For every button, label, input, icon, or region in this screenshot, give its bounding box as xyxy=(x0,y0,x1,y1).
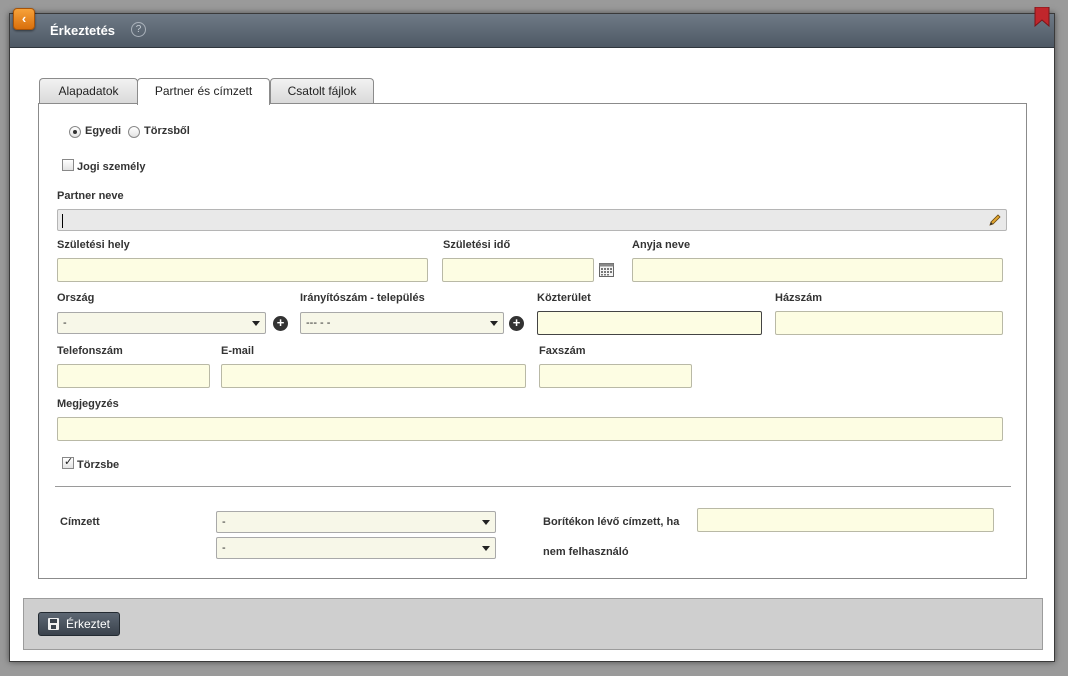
recipient-select-1-value: - xyxy=(222,516,226,528)
country-select-value: - xyxy=(63,317,67,329)
dialog-window: ‹ Érkeztetés ? Alapadatok Partner és cím… xyxy=(9,7,1055,662)
jogi-szemely-checkbox[interactable] xyxy=(62,159,74,171)
zip-city-label: Irányítószám - település xyxy=(300,292,425,304)
mother-name-label: Anyja neve xyxy=(632,239,691,251)
mother-name-input[interactable] xyxy=(632,258,1003,282)
fax-input[interactable] xyxy=(539,364,692,388)
phone-label: Telefonszám xyxy=(57,345,123,357)
chevron-down-icon xyxy=(482,520,490,525)
envelope-recipient-label-line2: nem felhasználó xyxy=(543,546,629,558)
tab-csatolt-fajlok[interactable]: Csatolt fájlok xyxy=(270,78,374,104)
note-label: Megjegyzés xyxy=(57,398,119,410)
street-label: Közterület xyxy=(537,292,591,304)
recipient-label: Címzett xyxy=(60,516,100,528)
text-cursor xyxy=(62,214,63,228)
chevron-down-icon xyxy=(482,546,490,551)
chevron-left-icon: ‹ xyxy=(21,11,27,26)
zip-city-select[interactable]: --- - - xyxy=(300,312,504,334)
pencil-icon[interactable] xyxy=(988,213,1002,227)
erkeztet-button-label: Érkeztet xyxy=(66,617,111,631)
house-number-label: Házszám xyxy=(775,292,823,304)
recipient-select-1[interactable]: - xyxy=(216,511,496,533)
chevron-down-icon xyxy=(490,321,498,326)
radio-torzsbol-label: Törzsből xyxy=(144,125,190,137)
radio-torzsbol[interactable] xyxy=(128,126,140,138)
partner-name-label: Partner neve xyxy=(57,190,124,202)
envelope-recipient-label-line1: Borítékon lévő címzett, ha xyxy=(543,516,680,528)
jogi-szemely-label: Jogi személy xyxy=(77,161,146,173)
fax-label: Faxszám xyxy=(539,345,586,357)
tab-alapadatok[interactable]: Alapadatok xyxy=(39,78,138,104)
note-input[interactable] xyxy=(57,417,1003,441)
back-button[interactable]: ‹ xyxy=(13,8,35,30)
save-icon xyxy=(48,618,59,630)
calendar-icon[interactable] xyxy=(599,263,614,277)
recipient-select-2[interactable]: - xyxy=(216,537,496,559)
add-zip-city-icon[interactable]: + xyxy=(509,316,524,331)
email-input[interactable] xyxy=(221,364,526,388)
recipient-select-2-value: - xyxy=(222,542,226,554)
bookmark-icon[interactable] xyxy=(1034,7,1050,27)
erkeztet-button[interactable]: Érkeztet xyxy=(38,612,120,636)
tab-partner-es-cimzett[interactable]: Partner és címzett xyxy=(137,78,270,105)
partner-name-input[interactable] xyxy=(57,209,1007,231)
section-divider xyxy=(55,486,1011,487)
email-label: E-mail xyxy=(221,345,255,357)
radio-egyedi-label: Egyedi xyxy=(85,125,122,137)
house-number-input[interactable] xyxy=(775,311,1003,335)
phone-input[interactable] xyxy=(57,364,210,388)
footer-bar: Érkeztet xyxy=(23,598,1043,650)
birth-date-input[interactable] xyxy=(442,258,594,282)
country-label: Ország xyxy=(57,292,95,304)
birth-place-input[interactable] xyxy=(57,258,428,282)
zip-city-select-value: --- - - xyxy=(306,317,331,329)
birth-date-label: Születési idő xyxy=(443,239,511,251)
envelope-recipient-input[interactable] xyxy=(697,508,994,532)
torzsbe-label: Törzsbe xyxy=(77,459,120,471)
add-country-icon[interactable]: + xyxy=(273,316,288,331)
radio-egyedi[interactable] xyxy=(69,126,81,138)
page-title: Érkeztetés xyxy=(50,23,116,38)
titlebar: ‹ Érkeztetés ? xyxy=(10,7,1054,48)
help-icon[interactable]: ? xyxy=(131,22,146,37)
torzsbe-checkbox[interactable] xyxy=(62,455,74,469)
country-select[interactable]: - xyxy=(57,312,266,334)
birth-place-label: Születési hely xyxy=(57,239,130,251)
street-input[interactable] xyxy=(537,311,762,335)
chevron-down-icon xyxy=(252,321,260,326)
